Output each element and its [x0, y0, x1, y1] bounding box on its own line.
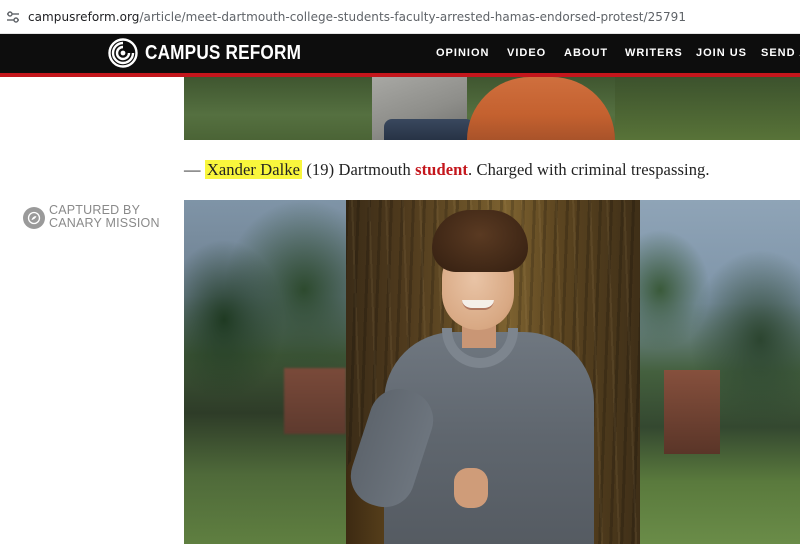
url-host: campusreform.org: [28, 9, 140, 24]
caption-dash: —: [184, 160, 205, 179]
caption-charge: . Charged with criminal trespassing.: [468, 160, 710, 179]
badge-line-2: CANARY MISSION: [49, 216, 160, 230]
url-text[interactable]: campusreform.org/article/meet-dartmouth-…: [28, 10, 686, 24]
photo-background-left: [184, 200, 346, 544]
badge-line-1: CAPTURED BY: [49, 203, 141, 217]
photo-caption: — Xander Dalke (19) Dartmouth student. C…: [184, 160, 710, 180]
browser-address-bar[interactable]: campusreform.org/article/meet-dartmouth-…: [0, 0, 800, 34]
caption-role: student: [415, 160, 469, 179]
nav-about[interactable]: ABOUT: [564, 47, 608, 59]
site-info-icon[interactable]: [6, 10, 20, 24]
nav-video[interactable]: VIDEO: [507, 47, 546, 59]
canary-mission-icon: [23, 207, 45, 229]
portrait-photo: [346, 200, 640, 544]
article-photo-previous: [184, 77, 800, 140]
article-photo: [184, 200, 800, 544]
nav-join-us[interactable]: JOIN US: [696, 47, 747, 59]
nav-writers[interactable]: WRITERS: [625, 47, 683, 59]
highlighted-name: Xander Dalke: [204, 160, 303, 179]
badge-text: CAPTURED BY CANARY MISSION: [49, 204, 160, 230]
url-path: /article/meet-dartmouth-college-students…: [139, 9, 687, 24]
caption-age-school: (19) Dartmouth: [302, 160, 416, 179]
nav-send-a[interactable]: SEND A: [761, 47, 800, 59]
site-header: CAMPUS REFORM OPINION VIDEO ABOUT WRITER…: [0, 34, 800, 73]
captured-by-badge[interactable]: CAPTURED BY CANARY MISSION: [23, 204, 160, 230]
photo-background-right: [640, 200, 800, 544]
nav-opinion[interactable]: OPINION: [436, 47, 489, 59]
main-nav: OPINION VIDEO ABOUT WRITERS JOIN US SEND…: [0, 34, 800, 73]
